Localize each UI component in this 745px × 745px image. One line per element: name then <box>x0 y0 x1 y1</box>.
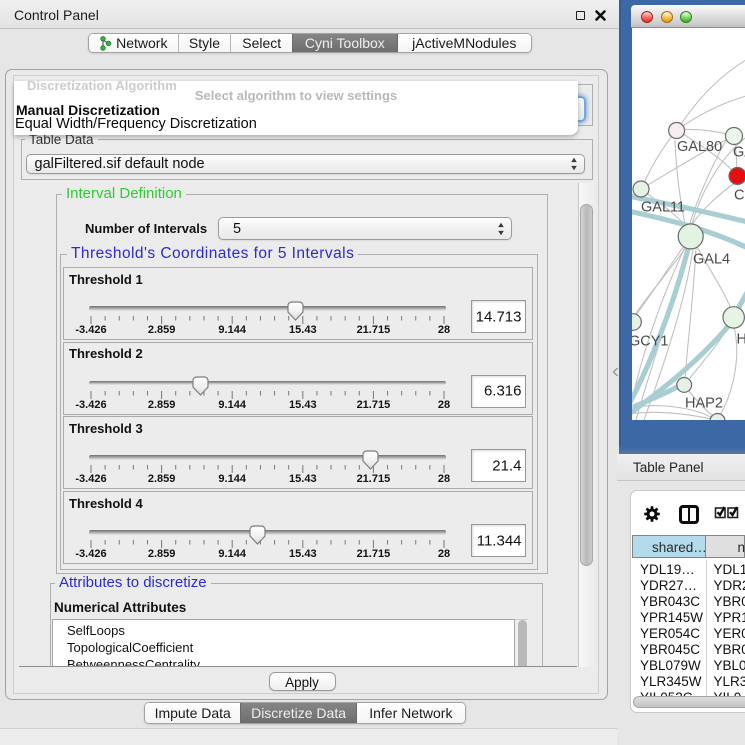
svg-text:GA: GA <box>733 145 745 161</box>
svg-text:HAP2: HAP2 <box>685 396 723 412</box>
svg-text:GAL4: GAL4 <box>693 252 730 268</box>
svg-text:GAL11: GAL11 <box>641 200 685 216</box>
svg-text:GAL80: GAL80 <box>677 139 722 155</box>
svg-text:GCY1: GCY1 <box>632 334 669 350</box>
svg-text:C: C <box>734 188 744 204</box>
svg-text:H: H <box>737 332 745 348</box>
